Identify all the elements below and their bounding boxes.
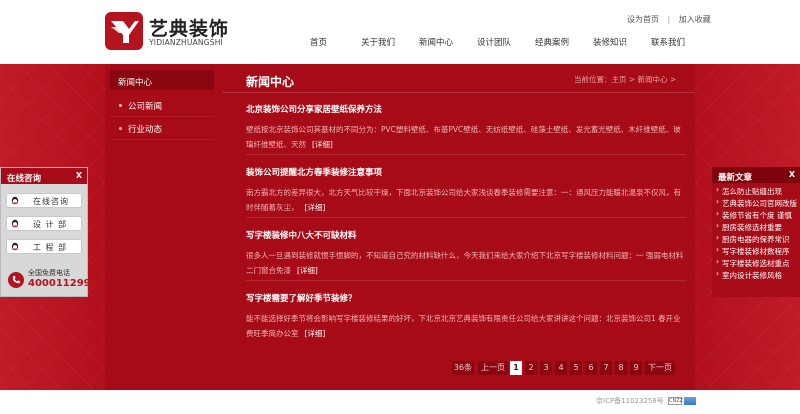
- article-more-link[interactable]: [详细]: [305, 203, 326, 212]
- nav-item-about[interactable]: 关于我们: [361, 36, 395, 48]
- sidebar-item-industry-news[interactable]: 行业动态: [110, 117, 214, 140]
- pagination-page[interactable]: 6: [585, 361, 597, 375]
- article-more-link[interactable]: [详细]: [305, 329, 326, 338]
- site-logo[interactable]: 艺典装饰 YIDIANZHUANGSHI: [105, 12, 228, 52]
- article-item: 写字楼需要了解好季节装修？ 能不能选择好季节将会影响写字楼装修结果的好坏，下北京…: [246, 292, 686, 341]
- nav-item-contact[interactable]: 联系我们: [651, 36, 685, 48]
- latest-article-link[interactable]: 写字楼装修选材重点: [716, 258, 798, 270]
- nav-item-cases[interactable]: 经典案例: [535, 36, 569, 48]
- latest-article-link[interactable]: 装修节省有个度 谨慎: [716, 210, 798, 222]
- phone-label: 全国免费电话: [28, 269, 70, 277]
- nav-item-design-team[interactable]: 设计团队: [477, 36, 511, 48]
- article-title[interactable]: 写字楼需要了解好季节装修？: [246, 292, 686, 304]
- pagination-page-current[interactable]: 1: [510, 361, 522, 375]
- pagination-page[interactable]: 9: [630, 361, 642, 375]
- pagination-total: 36条: [452, 361, 474, 375]
- latest-article-link[interactable]: 怎么防止贴缝出现: [716, 186, 798, 198]
- consult-panel-header: 在线咨询 X: [1, 168, 87, 184]
- latest-article-link[interactable]: 厨房电器的保养常识: [716, 234, 798, 246]
- title-divider: [222, 92, 695, 93]
- page-title: 新闻中心: [246, 75, 295, 89]
- site-header: 艺典装饰 YIDIANZHUANGSHI 设为首页 | 加入收藏 首页 关于我们…: [0, 0, 800, 64]
- top-links-separator: |: [667, 15, 671, 24]
- pagination-page[interactable]: 7: [600, 361, 612, 375]
- logo-text-en: YIDIANZHUANGSHI: [149, 38, 223, 47]
- sidebar-nav: 新闻中心 公司新闻 行业动态: [110, 70, 214, 140]
- design-dept-label: 设 计 部: [33, 220, 68, 229]
- article-title[interactable]: 北京装饰公司分享家居壁纸保养方法: [246, 103, 686, 115]
- stats-badge-icon[interactable]: [684, 397, 696, 405]
- icp-number[interactable]: 京ICP备11023258号: [596, 396, 664, 406]
- nav-item-knowledge[interactable]: 装修知识: [593, 36, 627, 48]
- sidebar-heading[interactable]: 新闻中心: [110, 70, 214, 90]
- latest-article-link[interactable]: 艺典装饰公司官网改版: [716, 198, 798, 210]
- phone-number: 4000112996: [28, 278, 98, 289]
- pagination-page[interactable]: 2: [525, 361, 537, 375]
- qq-icon: [11, 242, 19, 251]
- latest-article-link[interactable]: 厨房装修选材重要: [716, 222, 798, 234]
- article-item: 北京装饰公司分享家居壁纸保养方法 壁纸按北京装饰公司其基材的不同分为：PVC塑料…: [246, 103, 686, 152]
- article-summary: 壁纸按北京装饰公司其基材的不同分为：PVC塑料壁纸、布基PVC壁纸、无纺纸壁纸、…: [246, 122, 686, 152]
- article-summary: 能不能选择好季节将会影响写字楼装修结果的好坏，下北京北京艺典装饰有限责任公司给大…: [246, 311, 686, 341]
- pagination-page[interactable]: 5: [570, 361, 582, 375]
- set-homepage-link[interactable]: 设为首页: [627, 15, 659, 24]
- close-icon[interactable]: X: [789, 170, 795, 179]
- design-dept-button[interactable]: 设 计 部: [6, 216, 82, 231]
- engineering-dept-button[interactable]: 工 程 部: [6, 239, 82, 254]
- consult-panel-title: 在线咨询: [7, 174, 42, 184]
- online-consult-button[interactable]: 在线咨询: [6, 193, 82, 208]
- latest-article-link[interactable]: 写字楼装修材数程序: [716, 246, 798, 258]
- nav-item-news[interactable]: 新闻中心: [419, 36, 453, 48]
- logo-mark-icon: [105, 12, 143, 50]
- latest-articles-list: 怎么防止贴缝出现 艺典装饰公司官网改版 装修节省有个度 谨慎 厨房装修选材重要 …: [712, 183, 800, 282]
- consult-panel: 在线咨询 X 在线咨询 设 计 部 工 程 部 全国免费电话 400011299…: [0, 167, 98, 297]
- logo-text-cn: 艺典装饰: [149, 18, 230, 40]
- article-more-link[interactable]: [详细]: [312, 140, 333, 149]
- article-divider: [246, 154, 686, 155]
- top-links: 设为首页 | 加入收藏: [627, 14, 711, 25]
- close-icon[interactable]: X: [76, 171, 82, 180]
- article-summary: 很多人一旦遇到装修就惯手惯脚的，不知道自己究的材料缺什么，今天我们来给大家介绍下…: [246, 248, 686, 278]
- pagination-page[interactable]: 8: [615, 361, 627, 375]
- engineering-dept-label: 工 程 部: [33, 243, 68, 252]
- latest-panel-header: 最新文章 X: [712, 167, 800, 183]
- pagination-prev[interactable]: 上一页: [478, 361, 508, 375]
- latest-panel-title: 最新文章: [718, 173, 753, 183]
- pagination-page[interactable]: 4: [555, 361, 567, 375]
- phone-icon: [8, 272, 24, 288]
- nav-item-home[interactable]: 首页: [310, 36, 327, 48]
- article-item: 写字楼装修中八大不可缺材料 很多人一旦遇到装修就惯手惯脚的，不知道自己究的材料缺…: [246, 229, 686, 278]
- pagination-page[interactable]: 3: [540, 361, 552, 375]
- article-more-link[interactable]: [详细]: [297, 266, 318, 275]
- pagination-next[interactable]: 下一页: [645, 361, 675, 375]
- latest-article-link[interactable]: 室内设计装修风格: [716, 270, 798, 282]
- sidebar-item-company-news[interactable]: 公司新闻: [110, 94, 214, 117]
- article-divider: [246, 217, 686, 218]
- article-title[interactable]: 装饰公司提醒北方春季装修注意事项: [246, 166, 686, 178]
- breadcrumb: 当前位置：主页 > 新闻中心 >: [574, 75, 677, 84]
- article-summary: 南方霸北方的差异很大，北方天气比较干燥，下面北京装饰公司给大家浅谈春季装修需要注…: [246, 185, 686, 215]
- article-item: 装饰公司提醒北方春季装修注意事项 南方霸北方的差异很大，北方天气比较干燥，下面北…: [246, 166, 686, 215]
- cnzz-badge[interactable]: CNZZ: [668, 397, 683, 405]
- qq-icon: [11, 219, 19, 228]
- online-consult-label: 在线咨询: [33, 197, 69, 206]
- latest-articles-panel: 最新文章 X 怎么防止贴缝出现 艺典装饰公司官网改版 装修节省有个度 谨慎 厨房…: [712, 167, 800, 297]
- qq-icon: [11, 196, 19, 205]
- article-divider: [246, 280, 686, 281]
- article-title[interactable]: 写字楼装修中八大不可缺材料: [246, 229, 686, 241]
- bookmark-link[interactable]: 加入收藏: [679, 15, 711, 24]
